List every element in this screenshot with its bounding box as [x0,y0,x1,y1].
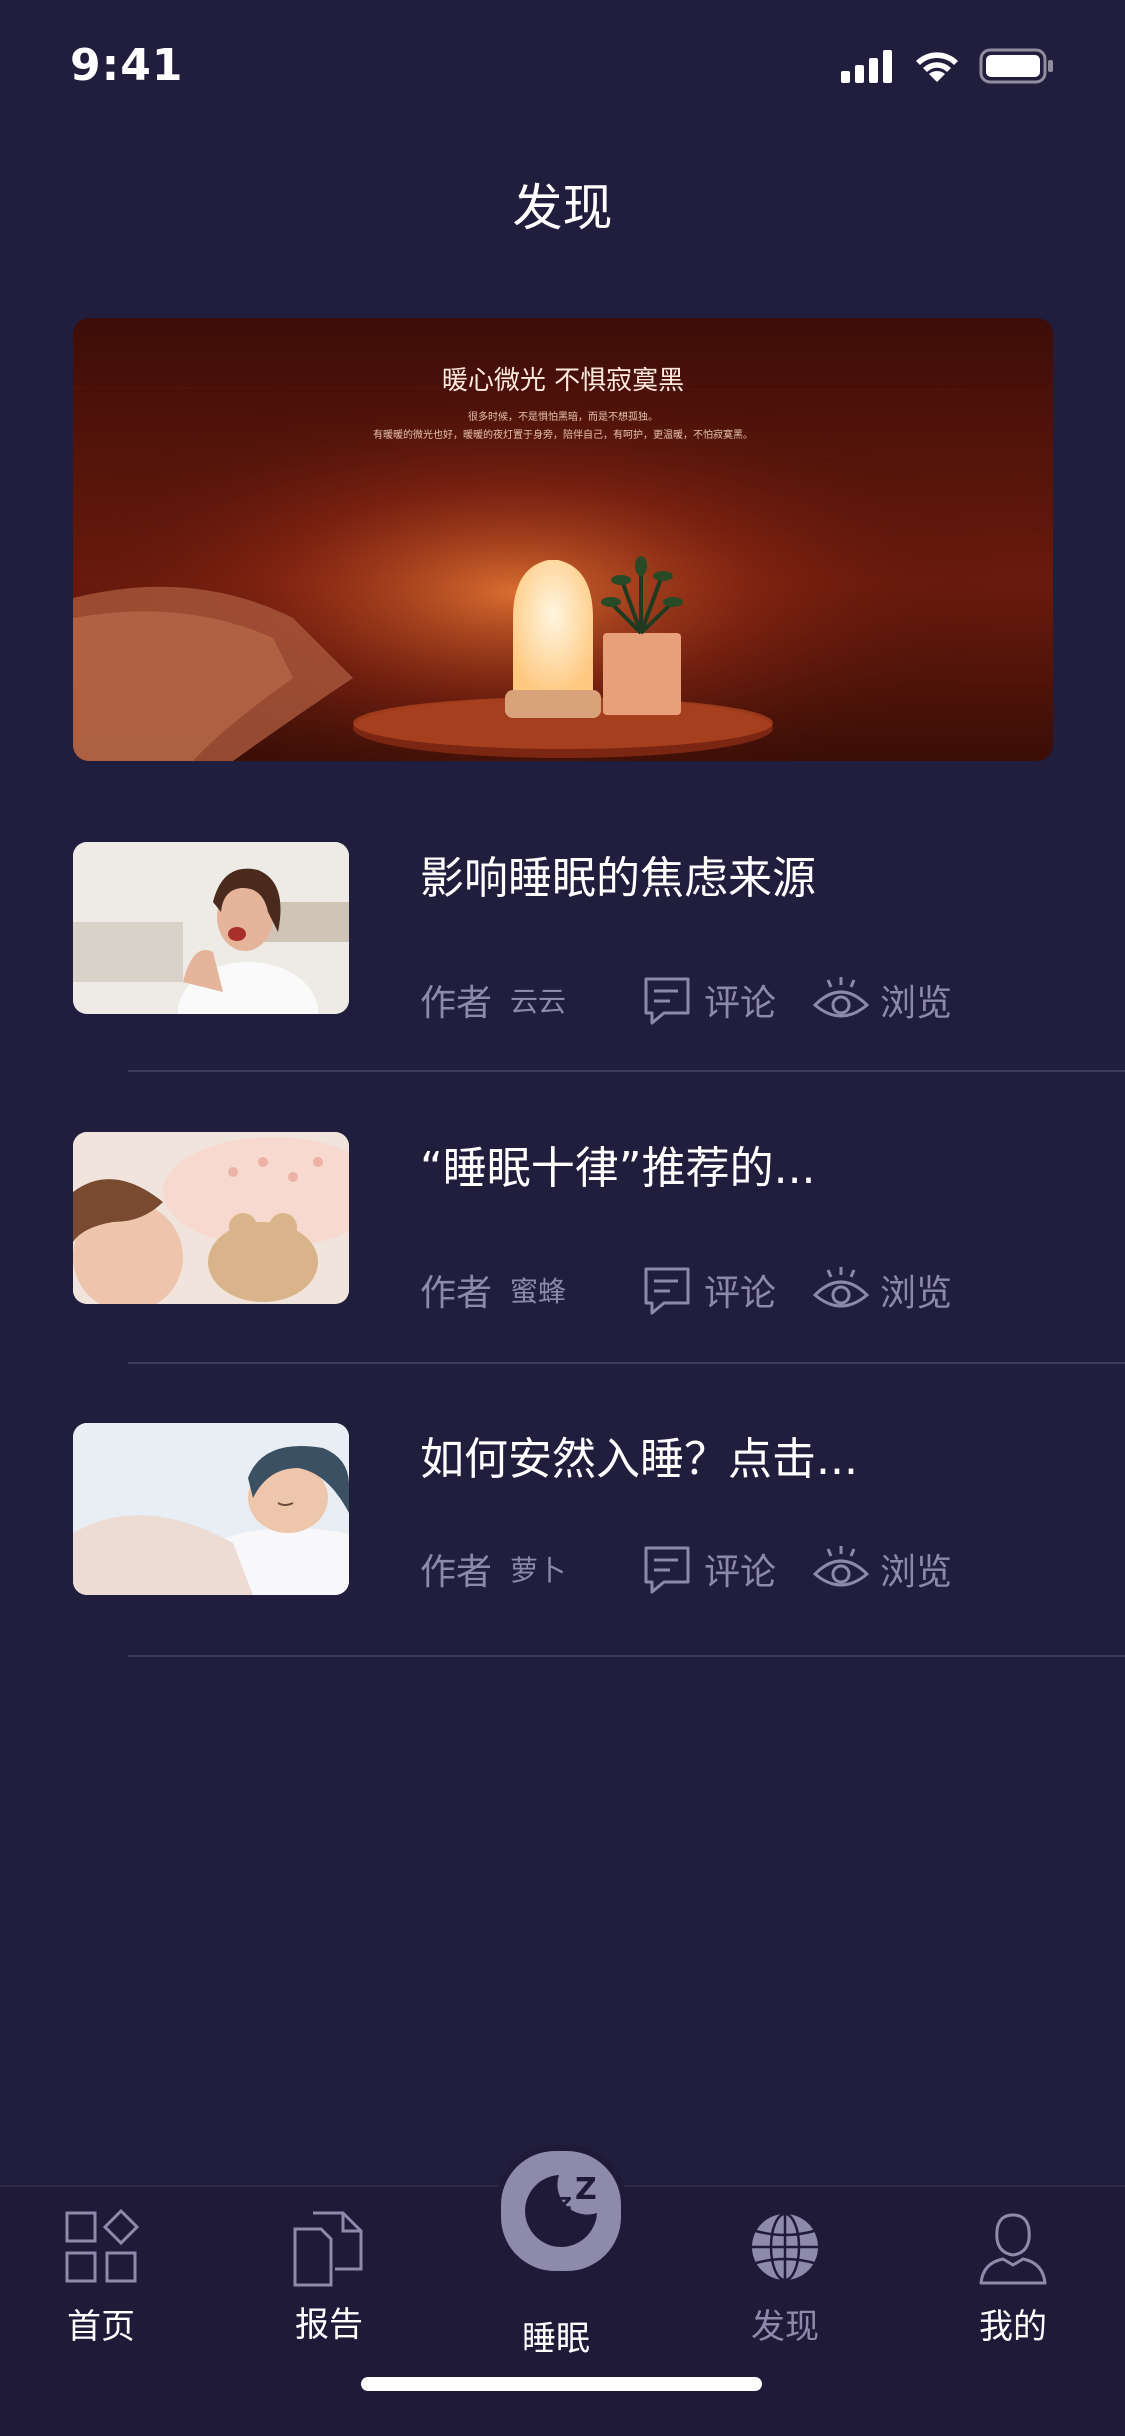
article-meta: 作者 蜜蜂 评论 浏览 [420,1260,952,1320]
svg-text:z: z [559,2190,572,2215]
user-icon [979,2213,1047,2285]
author-label: 作者 [420,1273,493,1314]
author-name: 云云 [510,985,567,1018]
comment-label: 评论 [704,1552,777,1593]
home-indicator [361,2377,762,2391]
eye-icon [812,977,870,1018]
status-bar: 9:41 [0,0,1125,140]
banner-subtext-1: 很多时候，不是惧怕黑暗，而是不想孤独。 [468,412,658,423]
tab-profile[interactable]: 我的 [938,2209,1088,2348]
comment-label: 评论 [704,1273,777,1314]
globe-icon [752,2212,818,2282]
author-name: 萝卜 [510,1554,567,1587]
cellular-signal-icon [841,50,892,83]
sleeping-woman-image [73,1423,349,1595]
author-label: 作者 [420,983,493,1024]
banner-subtext-2: 有暖暖的微光也好，暖暖的夜灯置于身旁，陪伴自己，有呵护，更温暖，不怕寂寞黑。 [373,430,753,441]
article-meta: 作者 萝卜 评论 浏览 [420,1539,952,1599]
wifi-icon [916,52,958,82]
article-title: 影响睡眠的焦虑来源 [420,853,816,904]
tab-home[interactable]: 首页 [26,2208,176,2348]
documents-icon [293,2211,363,2287]
comment-icon [644,1267,690,1315]
tab-label: 发现 [751,2307,819,2347]
tab-label: 睡眠 [522,2319,590,2359]
article-item[interactable]: 如何安然入睡？点击... 作者 萝卜 评论 浏览 [0,1423,1125,1713]
article-thumbnail [73,842,349,1014]
divider [128,1070,1125,1072]
tab-label: 报告 [295,2305,363,2345]
svg-text:Z: Z [575,2172,597,2207]
article-thumbnail [73,1423,349,1595]
comment-button[interactable]: 评论 [640,973,776,1027]
comment-button[interactable]: 评论 [640,1542,776,1596]
author-label: 作者 [420,1552,493,1593]
moon-zz-icon: z Z [525,2172,597,2247]
author-name: 蜜蜂 [510,1275,567,1308]
view-label: 浏览 [880,983,953,1024]
article-item[interactable]: 影响睡眠的焦虑来源 作者 云云 评论 浏览 [0,842,1125,1132]
banner-card[interactable]: 暖心微光 不惧寂寞黑 很多时候，不是惧怕黑暗，而是不想孤独。 有暖暖的微光也好，… [73,318,1053,761]
view-label: 浏览 [880,1273,953,1314]
sleep-button[interactable]: z Z [495,2145,627,2277]
tab-report[interactable]: 报告 [254,2209,404,2346]
status-icons [841,48,1055,84]
eye-icon [812,1267,870,1308]
article-title: “睡眠十律”推荐的... [420,1143,816,1194]
view-button[interactable]: 浏览 [812,1542,952,1596]
comment-button[interactable]: 评论 [640,1263,776,1317]
banner-headline: 暖心微光 不惧寂寞黑 [441,366,685,396]
tab-label: 首页 [67,2307,135,2347]
eye-icon [812,1546,870,1587]
sleeping-child-image [73,1132,349,1304]
status-time: 9:41 [70,40,184,91]
grid-icon [65,2208,140,2283]
comment-icon [644,977,690,1025]
view-button[interactable]: 浏览 [812,1263,952,1317]
battery-icon [979,48,1053,84]
article-thumbnail [73,1132,349,1304]
article-title: 如何安然入睡？点击... [420,1434,858,1485]
tab-label: 我的 [979,2307,1047,2347]
page-title: 发现 [512,179,613,237]
tab-sleep[interactable]: 睡眠 [481,2311,631,2360]
discover-screen: 9:41 发现 暖心微光 不惧寂寞黑 很多时候，不是惧怕黑暗，而是不想孤独。 有… [0,0,1125,2436]
yawning-woman-image [73,842,349,1014]
divider [128,1362,1125,1364]
view-button[interactable]: 浏览 [812,973,952,1027]
divider [128,1655,1125,1657]
tab-discover[interactable]: 发现 [710,2209,860,2348]
article-item[interactable]: “睡眠十律”推荐的... 作者 蜜蜂 评论 浏览 [0,1132,1125,1422]
comment-label: 评论 [704,983,777,1024]
view-label: 浏览 [880,1552,953,1593]
article-meta: 作者 云云 评论 浏览 [420,970,952,1030]
comment-icon [644,1546,690,1594]
